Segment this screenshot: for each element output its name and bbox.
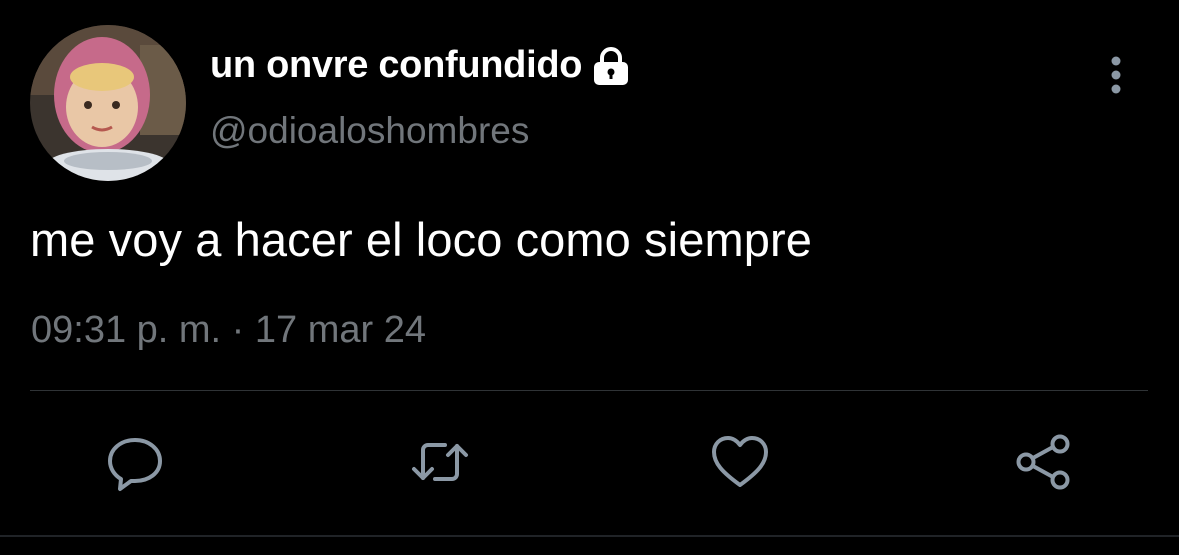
avatar-image <box>30 25 186 181</box>
reply-icon <box>108 438 162 491</box>
retweet-button[interactable] <box>409 431 471 493</box>
retweet-icon <box>412 443 468 481</box>
display-name-row: un onvre confundido <box>210 44 632 87</box>
like-button[interactable] <box>709 431 771 493</box>
reply-button[interactable] <box>104 431 166 493</box>
user-handle[interactable]: @odioaloshombres <box>210 110 529 152</box>
lock-icon <box>590 45 632 87</box>
share-button[interactable] <box>1012 431 1074 493</box>
bottom-divider <box>0 535 1179 537</box>
tweet-timestamp[interactable]: 09:31 p. m. · 17 mar 24 <box>31 309 426 352</box>
display-name[interactable]: un onvre confundido <box>210 44 582 87</box>
avatar[interactable] <box>30 25 186 181</box>
tweet-text: me voy a hacer el loco como siempre <box>30 213 812 266</box>
share-icon <box>1016 434 1070 490</box>
more-vertical-icon <box>1111 56 1121 94</box>
heart-icon <box>712 436 768 487</box>
more-options-button[interactable] <box>1096 52 1136 98</box>
divider <box>30 390 1148 391</box>
